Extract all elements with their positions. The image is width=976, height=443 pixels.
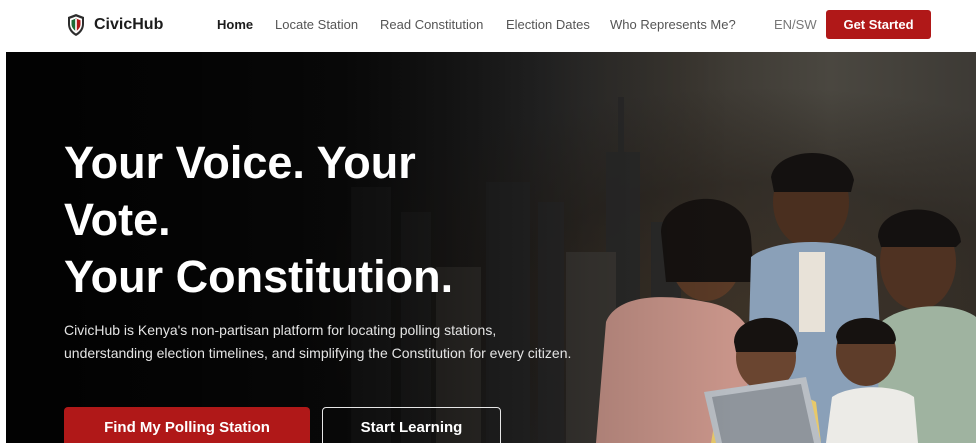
hero-title: Your Voice. Your Vote. Your Constitution… xyxy=(64,134,584,305)
nav-who-represents-me[interactable]: Who Represents Me? xyxy=(610,17,736,32)
hero-title-line: Your Constitution. xyxy=(64,251,454,302)
hero-title-line: Your Voice. Your xyxy=(64,137,416,188)
language-toggle[interactable]: EN/SW xyxy=(774,17,817,32)
hero-description: CivicHub is Kenya's non-partisan platfor… xyxy=(64,322,572,361)
start-learning-button[interactable]: Start Learning xyxy=(322,407,501,443)
hero-title-line: Vote. xyxy=(64,194,171,245)
top-navbar: CivicHub Home Locate Station Read Consti… xyxy=(0,0,976,50)
hero-section: Your Voice. Your Vote. Your Constitution… xyxy=(6,52,976,443)
find-polling-station-button[interactable]: Find My Polling Station xyxy=(64,407,310,443)
nav-election-dates[interactable]: Election Dates xyxy=(506,17,590,32)
nav-locate-station[interactable]: Locate Station xyxy=(275,17,358,32)
nav-read-constitution[interactable]: Read Constitution xyxy=(380,17,483,32)
nav-home[interactable]: Home xyxy=(217,17,253,32)
get-started-button[interactable]: Get Started xyxy=(826,10,931,39)
